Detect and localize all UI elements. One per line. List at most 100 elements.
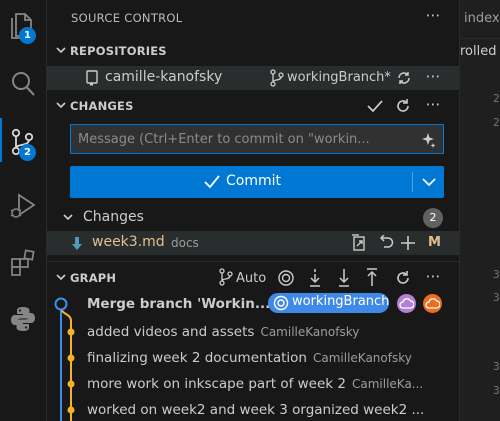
repository-row[interactable]: camille-kanofsky workingBranch* ⋯: [47, 66, 459, 90]
changes-group-row[interactable]: Changes 2: [47, 206, 459, 228]
graph-more-icon[interactable]: ⋯: [422, 267, 444, 287]
graph-commit-row[interactable]: added videos and assets CamilleKanofsky: [47, 319, 459, 345]
refresh-icon[interactable]: [395, 98, 411, 114]
repositories-label: REPOSITORIES: [70, 44, 167, 58]
commit-message: Merge branch 'Workin...: [87, 296, 271, 312]
sparkle-icon[interactable]: [420, 132, 436, 148]
activity-bar: 1 2: [0, 0, 47, 421]
chevron-down-icon: [63, 214, 73, 221]
graph-commit-row[interactable]: worked on week2 and week 3 organized wee…: [47, 397, 459, 421]
branch-pill-label: workingBranch: [292, 294, 390, 309]
repository-branch[interactable]: workingBranch*: [287, 70, 391, 85]
commit-message: worked on week2 and week 3 organized wee…: [87, 402, 424, 418]
commit-message: more work on inkscape part of week 2 Cami…: [87, 376, 423, 392]
chevron-down-icon: [56, 274, 66, 281]
commit-button[interactable]: Commit: [70, 166, 412, 198]
sync-icon[interactable]: [396, 70, 412, 86]
commit-message-text: more work on inkscape part of week 2: [87, 376, 346, 392]
explorer-badge: 1: [19, 27, 36, 44]
editor-tab-divider: [460, 38, 500, 39]
commit-dropdown-button[interactable]: [413, 166, 444, 198]
commit-author: CamilleKanofsky: [260, 325, 360, 339]
search-icon: [12, 72, 35, 96]
file-status: M: [428, 235, 441, 250]
pull-icon[interactable]: [336, 268, 352, 288]
open-file-icon[interactable]: [350, 234, 368, 252]
cloud-icon: [425, 298, 440, 309]
commit-message: finalizing week 2 documentation CamilleKa…: [87, 350, 412, 366]
commit-message-text: added videos and assets: [87, 324, 255, 340]
extensions-icon: [11, 249, 35, 276]
branch-pill[interactable]: workingBranch: [268, 293, 389, 313]
python-activity[interactable]: [0, 295, 46, 339]
cloud-icon: [399, 298, 414, 309]
markdown-file-icon: [72, 237, 82, 250]
repositories-header[interactable]: REPOSITORIES: [47, 40, 459, 62]
source-control-sidebar: SOURCE CONTROL ⋯ REPOSITORIES camille-ka…: [47, 0, 459, 421]
stage-plus-icon[interactable]: [400, 235, 416, 251]
changed-file-row[interactable]: week3.md docs M: [47, 231, 459, 255]
branch-icon: [270, 69, 284, 87]
commit-check-icon[interactable]: [366, 98, 384, 114]
line-number: 3: [493, 360, 500, 373]
editor-text-fragment: rolled: [460, 44, 497, 59]
discard-changes-icon[interactable]: [377, 235, 394, 251]
commit-author: CamilleKa...: [351, 377, 424, 391]
target-icon: [273, 295, 289, 311]
extensions-activity[interactable]: [0, 238, 46, 282]
target-icon[interactable]: [277, 269, 295, 287]
views-more-icon[interactable]: ⋯: [422, 6, 444, 26]
changes-group-label: Changes: [83, 209, 144, 225]
source-control-activity[interactable]: 2: [0, 118, 46, 162]
chevron-down-icon: [422, 178, 436, 187]
chevron-down-icon: [56, 102, 66, 109]
changes-more-icon[interactable]: ⋯: [422, 95, 444, 115]
line-number: 2: [493, 92, 500, 105]
line-number: 3: [493, 268, 500, 281]
remote-badge-origin[interactable]: [423, 294, 442, 313]
changes-header[interactable]: CHANGES ⋯: [47, 95, 459, 117]
graph-commit-row[interactable]: Merge branch 'Workin... workingBranch: [47, 291, 459, 317]
fetch-icon[interactable]: [307, 268, 323, 288]
run-debug-icon: [10, 193, 36, 218]
commit-button-group: Commit: [70, 166, 444, 198]
graph-auto-label[interactable]: Auto: [236, 271, 266, 286]
repo-icon: [86, 70, 98, 86]
editor-area: index rolled 2 2 3 3 3 3: [459, 0, 500, 421]
explorer-activity[interactable]: 1: [0, 0, 46, 44]
changes-section-label: CHANGES: [70, 99, 134, 113]
commit-message: added videos and assets CamilleKanofsky: [87, 324, 359, 340]
chevron-down-icon: [56, 47, 66, 54]
file-name: week3.md: [92, 234, 165, 250]
check-icon: [204, 175, 220, 189]
line-number: 3: [493, 384, 500, 397]
repository-name: camille-kanofsky: [105, 69, 223, 85]
python-icon: [11, 307, 35, 331]
graph-commit-row[interactable]: finalizing week 2 documentation CamilleKa…: [47, 345, 459, 371]
active-indicator: [0, 118, 2, 162]
changes-count-badge: 2: [423, 208, 443, 228]
line-number: 3: [493, 291, 500, 304]
push-icon[interactable]: [364, 268, 380, 288]
file-folder: docs: [171, 236, 199, 250]
graph-label: GRAPH: [70, 271, 117, 285]
commit-author: CamilleKanofsky: [312, 351, 412, 365]
search-activity[interactable]: [0, 60, 46, 104]
commit-message-text: finalizing week 2 documentation: [87, 350, 307, 366]
line-number: 2: [493, 116, 500, 129]
commit-message-box: [70, 124, 444, 154]
section-divider: [47, 261, 459, 262]
graph-refresh-icon[interactable]: [395, 270, 411, 286]
commit-message-text: worked on week2 and week 3 organized wee…: [87, 402, 425, 418]
commit-message-input[interactable]: [71, 125, 408, 153]
run-debug-activity[interactable]: [0, 182, 46, 226]
editor-tab[interactable]: index: [464, 11, 500, 26]
commit-button-label: Commit: [226, 173, 281, 189]
graph-header[interactable]: GRAPH Auto ⋯: [47, 267, 459, 289]
sidebar-title: SOURCE CONTROL: [71, 11, 183, 25]
source-control-badge: 2: [19, 144, 36, 161]
repository-more-icon[interactable]: ⋯: [422, 67, 444, 87]
graph-commit-row[interactable]: more work on inkscape part of week 2 Cami…: [47, 371, 459, 397]
remote-badge[interactable]: [397, 294, 416, 313]
branch-icon: [219, 268, 233, 286]
